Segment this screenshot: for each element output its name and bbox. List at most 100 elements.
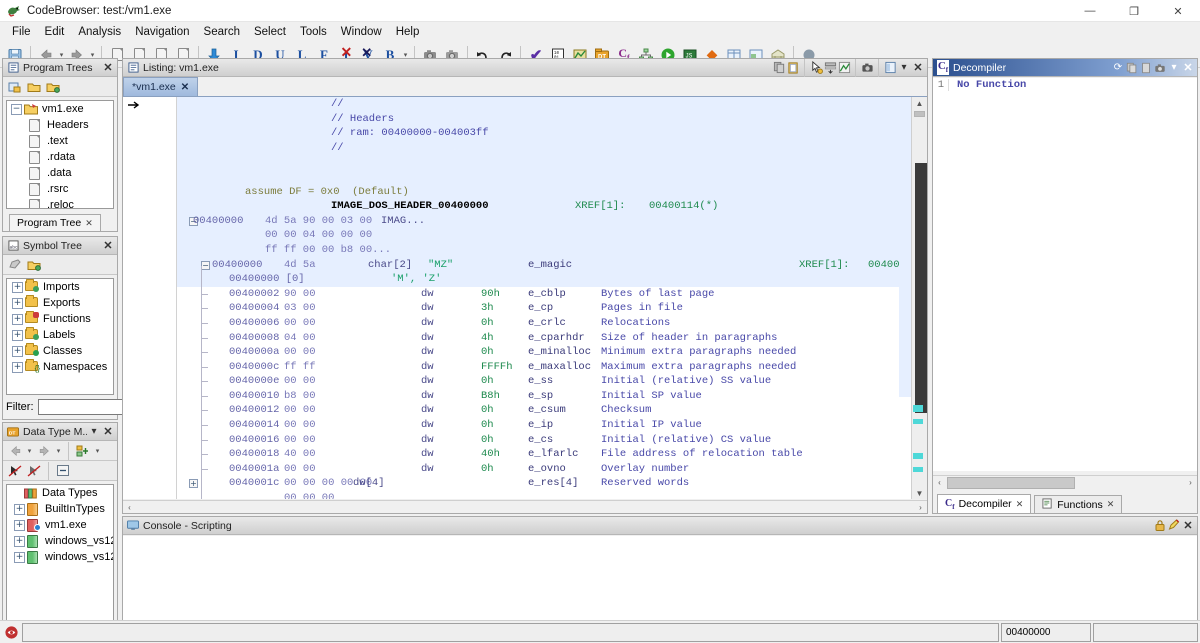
listing-field-bytes[interactable]: 00 00 04 00 00 00 [265, 228, 372, 243]
menu-analysis[interactable]: Analysis [71, 24, 128, 40]
expander-icon[interactable]: − [11, 104, 22, 115]
listing-row[interactable]: // Headers [177, 112, 899, 127]
listing-field-val[interactable]: FFFFh [481, 360, 513, 375]
menu-dropdown-icon[interactable]: ▾ [87, 425, 101, 439]
listing-row[interactable]: 0040001600 00dw0he_csInitial (relative) … [177, 433, 899, 448]
listing-field-mnem[interactable]: dw [421, 360, 434, 375]
listing-field-str[interactable]: 'M', 'Z' [391, 272, 441, 287]
menu-help[interactable]: Help [389, 24, 427, 40]
expander-icon[interactable]: + [14, 536, 25, 547]
listing-field-addr[interactable]: 00400006 [229, 316, 279, 331]
listing-field-addr[interactable]: 00400010 [229, 389, 279, 404]
listing-field-bytes[interactable]: 40 00 [284, 447, 316, 462]
close-icon[interactable]: ✕ [1181, 61, 1195, 75]
listing-row[interactable]: 00 00 00 [177, 491, 899, 499]
tree-node-rsrc[interactable]: .rsrc [7, 181, 113, 197]
close-icon[interactable]: ✕ [85, 218, 93, 229]
listing-field-mnem[interactable]: dw [421, 403, 434, 418]
tree-connector[interactable] [201, 323, 208, 324]
listing-field-addr[interactable]: 00400002 [229, 287, 279, 302]
tree-node-data-types-root[interactable]: Data Types [7, 485, 113, 501]
listing-field-lbl[interactable]: IMAGE_DOS_HEADER_00400000 [331, 199, 489, 214]
toggle-panel-icon[interactable] [883, 61, 897, 75]
listing-row[interactable]: // [177, 141, 899, 156]
listing-field-fld[interactable]: e_sp [528, 389, 553, 404]
listing-field-slash[interactable]: // ram: 00400000-004003ff [331, 126, 489, 141]
hscroll-thumb[interactable] [947, 477, 1075, 489]
listing-field-str[interactable]: "MZ" [428, 258, 453, 273]
listing-row[interactable]: 0040001400 00dw0he_ipInitial IP value [177, 418, 899, 433]
paste-icon[interactable] [786, 61, 800, 75]
listing-field-addr[interactable]: 00400016 [229, 433, 279, 448]
filter-arrays-icon[interactable] [25, 462, 43, 479]
listing-field-mnem[interactable]: dw [421, 447, 434, 462]
menu-edit[interactable]: Edit [38, 24, 72, 40]
close-icon[interactable]: ✕ [1016, 499, 1024, 510]
listing-field-cmt[interactable]: Initial (relative) CS value [601, 433, 771, 448]
listing-field-mnem[interactable]: dw[4] [353, 476, 385, 491]
listing-body[interactable]: //// Headers// ram: 00400000-004003ff//a… [123, 97, 927, 499]
listing-field-addr[interactable]: 00400018 [229, 447, 279, 462]
expander-icon[interactable]: + [12, 346, 23, 357]
listing-horizontal-scrollbar[interactable]: ‹ › [123, 500, 927, 513]
listing-field-mnem[interactable]: dw [421, 287, 434, 302]
tree-node-classes[interactable]: + Classes [7, 343, 113, 359]
listing-field-cmt[interactable]: Pages in file [601, 301, 683, 316]
tab-vm1exe[interactable]: *vm1.exe ✕ [123, 77, 198, 96]
collapse-expander-icon[interactable]: − [201, 261, 210, 270]
listing-field-val[interactable]: 0h [481, 418, 494, 433]
listing-field-addr[interactable]: 00400008 [229, 331, 279, 346]
copy-icon[interactable] [772, 61, 786, 75]
tree-node-rdata[interactable]: .rdata [7, 149, 113, 165]
menu-window[interactable]: Window [334, 24, 389, 40]
listing-field-val[interactable]: 0h [481, 316, 494, 331]
tree-node-text[interactable]: .text [7, 133, 113, 149]
listing-field-cmt[interactable]: Bytes of last page [601, 287, 714, 302]
listing-field-mnem[interactable]: char[2] [368, 258, 412, 273]
listing-field-bytes[interactable]: 00 00 [284, 345, 316, 360]
forward-arrow-icon[interactable] [35, 442, 53, 459]
listing-row[interactable]: −004000004d 5a 90 00 03 00IMAG... [177, 214, 899, 229]
lock-icon[interactable] [1153, 519, 1167, 533]
expander-icon[interactable]: + [14, 520, 25, 531]
listing-field-addr[interactable]: 0040000c [229, 360, 279, 375]
listing-field-fld[interactable]: e_minalloc [528, 345, 591, 360]
expander-icon[interactable]: + [14, 552, 25, 563]
listing-row[interactable]: 0040001200 00dw0he_csumChecksum [177, 403, 899, 418]
menu-search[interactable]: Search [197, 24, 247, 40]
tree-node-labels[interactable]: + Labels [7, 327, 113, 343]
listing-field-mnem[interactable]: IMAG... [381, 214, 425, 229]
back-arrow-icon[interactable] [6, 442, 24, 459]
tree-connector[interactable] [201, 454, 208, 455]
tree-node-data[interactable]: .data [7, 165, 113, 181]
listing-field-addr[interactable]: 0040000a [229, 345, 279, 360]
expander-icon[interactable]: + [12, 330, 23, 341]
listing-field-cmt[interactable]: File address of relocation table [601, 447, 803, 462]
listing-field-cmt[interactable]: Initial SP value [601, 389, 702, 404]
listing-field-bytes[interactable]: ff ff [284, 360, 316, 375]
listing-row[interactable]: 0040000a00 00dw0he_minallocMinimum extra… [177, 345, 899, 360]
tree-connector[interactable] [201, 396, 208, 397]
tab-functions[interactable]: Functions ✕ [1034, 495, 1122, 513]
listing-field-val[interactable]: 40h [481, 447, 500, 462]
listing-row[interactable]: 0040000e00 00dw0he_ssInitial (relative) … [177, 374, 899, 389]
decompiler-body[interactable]: 1 No Function [933, 78, 1197, 471]
listing-field-addr[interactable]: 0040000e [229, 374, 279, 389]
listing-row[interactable]: 0040000cff ffdwFFFFhe_maxallocMaximum ex… [177, 360, 899, 375]
listing-field-bytes[interactable]: 4d 5a 90 00 03 00 [265, 214, 372, 229]
rename-icon[interactable] [6, 256, 24, 273]
create-folder-icon[interactable] [6, 78, 24, 95]
tree-node-headers[interactable]: Headers [7, 117, 113, 133]
listing-row[interactable]: +0040001c00 00 00 00 00dw[4]e_res[4]Rese… [177, 476, 899, 491]
close-icon[interactable]: ✕ [101, 425, 115, 439]
listing-field-cmt[interactable]: Reserved words [601, 476, 689, 491]
refresh-icon[interactable]: ⟳ [1111, 61, 1125, 75]
listing-field-slash[interactable]: // [331, 141, 344, 156]
tree-node-windows-vs12-64[interactable]: + windows_vs12_64 [7, 549, 113, 565]
tree-node-root[interactable]: − vm1.exe [7, 101, 113, 117]
tree-connector[interactable] [201, 425, 208, 426]
listing-field-mnem[interactable]: dw [421, 462, 434, 477]
listing-field-addr[interactable]: 00400000 [193, 214, 243, 229]
listing-field-xref[interactable]: XREF[1]: [799, 258, 849, 273]
maximize-button[interactable]: ❐ [1112, 0, 1156, 22]
